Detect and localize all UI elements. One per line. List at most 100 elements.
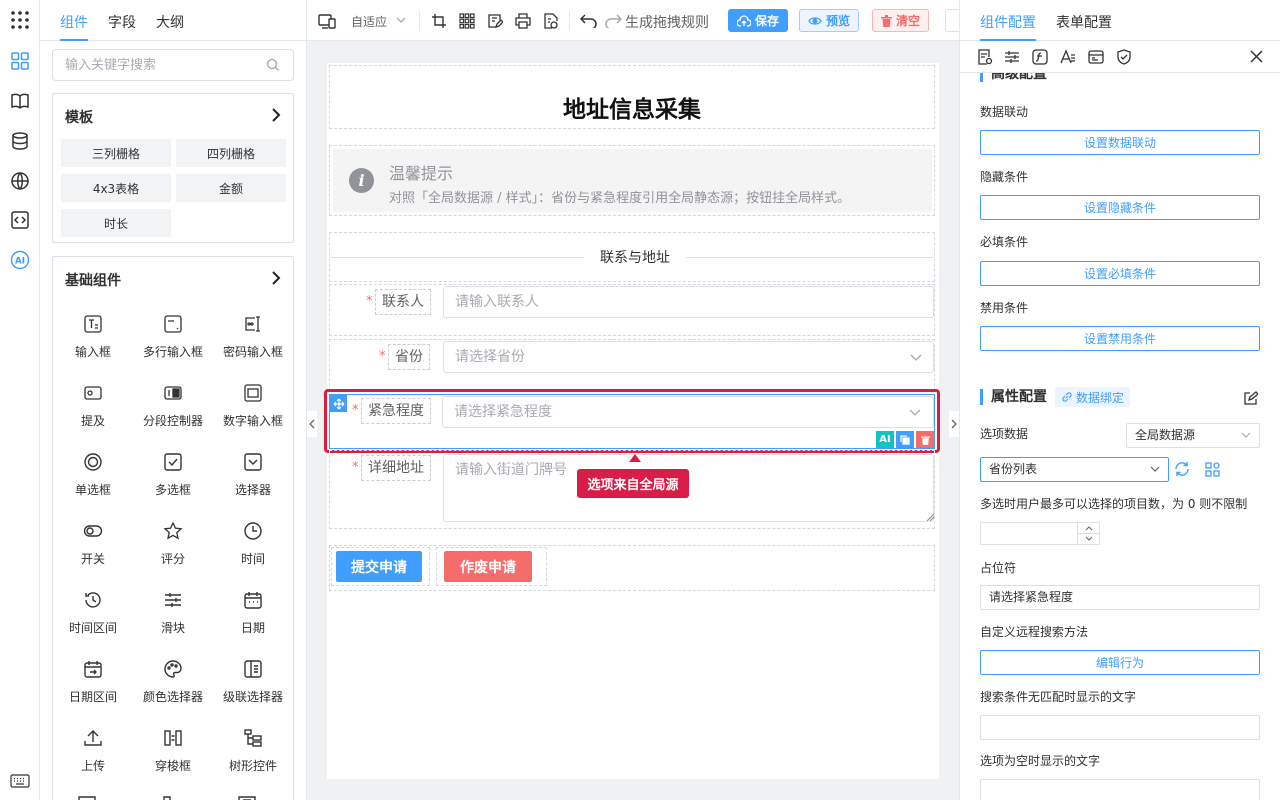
undo-icon[interactable] bbox=[579, 11, 599, 31]
config-scroll-area[interactable]: 高级配置 数据联动 设置数据联动 隐藏条件 设置隐藏条件 必填条件 设置必填条件… bbox=[960, 73, 1280, 800]
component-slider[interactable]: 滑块 bbox=[133, 584, 213, 644]
component-select[interactable]: 选择器 bbox=[213, 446, 293, 506]
component-password[interactable]: 密码输入框 bbox=[213, 308, 293, 368]
form-rule-icon[interactable] bbox=[977, 49, 993, 65]
set-hidden-condition-button[interactable]: 设置隐藏条件 bbox=[980, 195, 1260, 220]
redo-icon[interactable] bbox=[603, 11, 623, 31]
crop-icon[interactable] bbox=[429, 11, 449, 31]
text-style-icon[interactable] bbox=[1060, 49, 1076, 65]
component-tree[interactable]: 树形控件 bbox=[213, 722, 293, 782]
component-upload[interactable]: 上传 bbox=[53, 722, 133, 782]
edit-icon[interactable] bbox=[1244, 391, 1258, 405]
component-time-range[interactable]: 时间区间 bbox=[53, 584, 133, 644]
component-date[interactable]: 日期 bbox=[213, 584, 293, 644]
chevron-right-icon[interactable] bbox=[271, 271, 281, 285]
database-icon[interactable] bbox=[9, 130, 31, 152]
component-search-input[interactable] bbox=[52, 49, 294, 81]
copy-icon[interactable] bbox=[896, 431, 914, 448]
tab-component-config[interactable]: 组件配置 bbox=[980, 12, 1036, 32]
template-three-col-grid[interactable]: 三列栅格 bbox=[61, 139, 171, 167]
function-icon[interactable] bbox=[1032, 49, 1048, 65]
grid-icon[interactable] bbox=[457, 11, 477, 31]
globe-icon[interactable] bbox=[9, 170, 31, 192]
sliders-icon[interactable] bbox=[1004, 49, 1020, 65]
tab-outline[interactable]: 大纲 bbox=[156, 12, 184, 32]
component-switch[interactable]: 开关 bbox=[53, 515, 133, 575]
options-source-select[interactable]: 全局数据源 bbox=[1126, 423, 1260, 448]
component-transfer[interactable]: 穿梭框 bbox=[133, 722, 213, 782]
component-mention[interactable]: 提及 bbox=[53, 377, 133, 437]
layout-mode-select[interactable]: 自适应 bbox=[351, 13, 387, 30]
clear-button[interactable]: 清空 bbox=[872, 9, 930, 32]
edit-note-icon[interactable] bbox=[485, 11, 505, 31]
manage-options-icon[interactable] bbox=[1205, 462, 1220, 477]
component-number[interactable]: 数字输入框 bbox=[213, 377, 293, 437]
more-component-icon[interactable] bbox=[157, 795, 177, 800]
urgency-select[interactable]: 请选择紧急程度 bbox=[442, 396, 934, 428]
generate-drag-rule-button[interactable]: 生成拖拽规则 bbox=[625, 12, 709, 32]
components-icon[interactable] bbox=[9, 50, 31, 72]
close-icon[interactable] bbox=[1250, 50, 1263, 63]
shield-icon[interactable] bbox=[1116, 49, 1132, 65]
alert-block[interactable]: i 温馨提示 对照「全局数据源 / 样式」：省份与紧急程度引用全局静态源；按钮挂… bbox=[329, 145, 935, 216]
set-required-condition-button[interactable]: 设置必填条件 bbox=[980, 261, 1260, 286]
refresh-icon[interactable] bbox=[1174, 461, 1190, 477]
save-button[interactable]: 保存 bbox=[728, 9, 789, 32]
chevron-right-icon[interactable] bbox=[271, 108, 281, 122]
book-icon[interactable] bbox=[9, 90, 31, 112]
multi-limit-input[interactable] bbox=[980, 522, 1100, 545]
resize-handle-icon[interactable] bbox=[927, 514, 934, 521]
tab-form-config[interactable]: 表单配置 bbox=[1056, 12, 1112, 32]
print-icon[interactable] bbox=[513, 11, 533, 31]
submit-button[interactable]: 提交申请 bbox=[336, 551, 422, 582]
device-icon[interactable] bbox=[317, 11, 337, 31]
collapse-right-panel-button[interactable] bbox=[949, 411, 959, 437]
form-item-urgency[interactable]: * 紧急程度 请选择紧急程度 AI bbox=[329, 394, 935, 449]
component-segmented[interactable]: 分段控制器 bbox=[133, 377, 213, 437]
component-time[interactable]: 时间 bbox=[213, 515, 293, 575]
placeholder-input[interactable]: 请选择紧急程度 bbox=[980, 585, 1260, 610]
tab-fields[interactable]: 字段 bbox=[108, 12, 136, 32]
province-select[interactable]: 请选择省份 bbox=[443, 341, 934, 373]
data-binding-tag[interactable]: 数据绑定 bbox=[1055, 387, 1131, 407]
component-checkbox[interactable]: 多选框 bbox=[133, 446, 213, 506]
event-icon[interactable] bbox=[1088, 49, 1104, 65]
void-button[interactable]: 作废申请 bbox=[444, 551, 532, 582]
form-item-province[interactable]: * 省份 请选择省份 bbox=[329, 339, 935, 391]
more-button[interactable] bbox=[945, 9, 959, 32]
component-rate[interactable]: 评分 bbox=[133, 515, 213, 575]
component-radio[interactable]: 单选框 bbox=[53, 446, 133, 506]
code-icon[interactable] bbox=[9, 209, 31, 231]
template-4x3-table[interactable]: 4x3表格 bbox=[61, 174, 171, 202]
collapse-left-panel-button[interactable] bbox=[307, 411, 317, 437]
component-textarea[interactable]: 多行输入框 bbox=[133, 308, 213, 368]
divider-block[interactable]: 联系与地址 bbox=[329, 232, 935, 282]
component-input[interactable]: 输入框 bbox=[53, 308, 133, 368]
component-date-range[interactable]: 日期区间 bbox=[53, 653, 133, 713]
ai-icon[interactable]: AI bbox=[9, 249, 31, 271]
template-amount[interactable]: 金额 bbox=[176, 174, 286, 202]
no-match-text-input[interactable] bbox=[980, 715, 1260, 740]
delete-icon[interactable] bbox=[916, 431, 934, 448]
component-cascader[interactable]: 级联选择器 bbox=[213, 653, 293, 713]
contact-input[interactable]: 请输入联系人 bbox=[443, 286, 934, 318]
stepper-buttons[interactable] bbox=[1077, 523, 1099, 544]
drag-handle-icon[interactable] bbox=[330, 395, 347, 412]
template-four-col-grid[interactable]: 四列栅格 bbox=[176, 139, 286, 167]
json-icon[interactable] bbox=[541, 11, 561, 31]
options-list-select[interactable]: 省份列表 bbox=[980, 457, 1169, 482]
more-component-icon[interactable] bbox=[77, 795, 97, 800]
set-disabled-condition-button[interactable]: 设置禁用条件 bbox=[980, 326, 1260, 351]
set-data-link-button[interactable]: 设置数据联动 bbox=[980, 130, 1260, 155]
title-block[interactable]: 地址信息采集 bbox=[329, 65, 935, 129]
edit-behavior-button[interactable]: 编辑行为 bbox=[980, 650, 1260, 675]
ai-tool-button[interactable]: AI bbox=[876, 431, 894, 448]
tab-components[interactable]: 组件 bbox=[60, 12, 88, 32]
more-component-icon[interactable] bbox=[237, 795, 257, 800]
preview-button[interactable]: 预览 bbox=[799, 9, 860, 32]
apps-grid-icon[interactable] bbox=[9, 9, 31, 31]
component-color-picker[interactable]: 颜色选择器 bbox=[133, 653, 213, 713]
keyboard-icon[interactable] bbox=[9, 770, 31, 792]
empty-text-input[interactable] bbox=[980, 779, 1260, 800]
template-duration[interactable]: 时长 bbox=[61, 209, 171, 237]
